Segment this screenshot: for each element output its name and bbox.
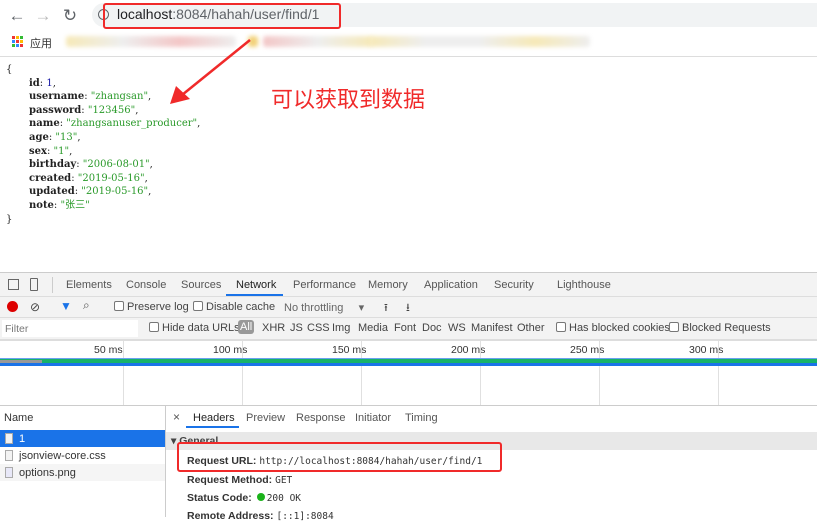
- filter-icon[interactable]: ▼: [60, 299, 72, 313]
- filter-type-other[interactable]: Other: [517, 322, 545, 334]
- filter-type-doc[interactable]: Doc: [422, 322, 442, 334]
- timeline-gridline: [361, 340, 362, 405]
- document-file-icon: [5, 450, 13, 461]
- divider: [0, 405, 817, 406]
- header-row: Remote Address: [::1]:8084: [187, 510, 334, 522]
- devtools-tab-security[interactable]: Security: [494, 279, 534, 291]
- filter-type-manifest[interactable]: Manifest: [471, 322, 513, 334]
- device-toolbar-icon[interactable]: [30, 278, 38, 291]
- has-blocked-cookies-checkbox[interactable]: Has blocked cookies: [556, 322, 670, 334]
- active-tab-underline: [186, 426, 239, 428]
- record-icon[interactable]: [7, 301, 18, 312]
- timeline-gridline: [599, 340, 600, 405]
- active-tab-underline: [226, 294, 283, 296]
- devtools-tab-elements[interactable]: Elements: [66, 279, 112, 291]
- header-value[interactable]: 200 OK: [267, 493, 301, 504]
- header-value[interactable]: GET: [275, 475, 292, 486]
- disable-cache-checkbox[interactable]: Disable cache: [193, 301, 275, 313]
- filter-type-ws[interactable]: WS: [448, 322, 466, 334]
- header-row: Status Code: 200 OK: [187, 492, 301, 504]
- devtools-tab-network[interactable]: Network: [236, 279, 276, 291]
- image-file-icon: [5, 467, 13, 478]
- blocked-requests-checkbox[interactable]: Blocked Requests: [669, 322, 771, 334]
- hide-data-urls-checkbox[interactable]: Hide data URLs: [149, 322, 240, 334]
- filter-type-media[interactable]: Media: [358, 322, 388, 334]
- filter-type-css[interactable]: CSS: [307, 322, 330, 334]
- devtools-tab-performance[interactable]: Performance: [293, 279, 356, 291]
- filter-type-img[interactable]: Img: [332, 322, 350, 334]
- divider: [165, 405, 166, 517]
- timeline-gridline: [718, 340, 719, 405]
- divider: [52, 277, 53, 293]
- export-har-icon[interactable]: ⭳: [406, 299, 410, 318]
- annotation-arrow: [170, 39, 251, 104]
- request-name: jsonview-core.css: [19, 450, 106, 462]
- request-row[interactable]: 1: [0, 430, 165, 447]
- annotation-text: 可以获取到数据: [271, 87, 426, 112]
- devtools-tab-application[interactable]: Application: [424, 279, 478, 291]
- document-file-icon: [5, 433, 13, 444]
- status-ok-icon: [256, 493, 265, 501]
- request-url-highlight-box: [177, 442, 502, 472]
- filter-type-xhr[interactable]: XHR: [262, 322, 285, 334]
- timeline-overview-bar: [0, 358, 817, 366]
- timeline-overview-segment: [0, 360, 42, 363]
- filter-input[interactable]: Filter: [2, 320, 138, 337]
- devtools-tab-console[interactable]: Console: [126, 279, 166, 291]
- inspect-element-icon[interactable]: [8, 279, 19, 290]
- devtools-tab-sources[interactable]: Sources: [181, 279, 221, 291]
- throttling-select[interactable]: No throttling ▾: [284, 301, 364, 314]
- header-label: Request Method:: [187, 474, 273, 486]
- detail-tab-headers[interactable]: Headers: [193, 412, 235, 424]
- detail-tab-initiator[interactable]: Initiator: [355, 412, 391, 424]
- import-har-icon[interactable]: ⭱: [384, 299, 388, 318]
- preserve-log-checkbox[interactable]: Preserve log: [114, 301, 189, 313]
- search-icon[interactable]: ⌕: [83, 298, 90, 313]
- header-row: Request Method: GET: [187, 474, 292, 486]
- filter-type-js[interactable]: JS: [290, 322, 303, 334]
- clear-icon[interactable]: ⊘: [30, 300, 40, 314]
- detail-tab-preview[interactable]: Preview: [246, 412, 285, 424]
- request-row[interactable]: options.png: [0, 464, 165, 481]
- filter-type-all[interactable]: All: [238, 320, 255, 334]
- timeline-gridline: [242, 340, 243, 405]
- header-label: Status Code:: [187, 492, 252, 504]
- name-column-header[interactable]: Name: [4, 412, 33, 424]
- detail-tab-timing[interactable]: Timing: [405, 412, 438, 424]
- timeline-tick-label: 50 ms: [94, 344, 123, 356]
- filter-type-font[interactable]: Font: [394, 322, 416, 334]
- timeline-gridline: [123, 340, 124, 405]
- request-name: 1: [19, 433, 26, 445]
- request-name: options.png: [19, 467, 76, 479]
- close-icon[interactable]: ×: [173, 410, 180, 424]
- devtools-tab-memory[interactable]: Memory: [368, 279, 408, 291]
- detail-tab-response[interactable]: Response: [296, 412, 346, 424]
- devtools-tabbar: [0, 273, 817, 297]
- timeline-gridline: [480, 340, 481, 405]
- request-row[interactable]: jsonview-core.css: [0, 447, 165, 464]
- header-label: Remote Address:: [187, 510, 274, 522]
- devtools-tab-lighthouse[interactable]: Lighthouse: [557, 279, 611, 291]
